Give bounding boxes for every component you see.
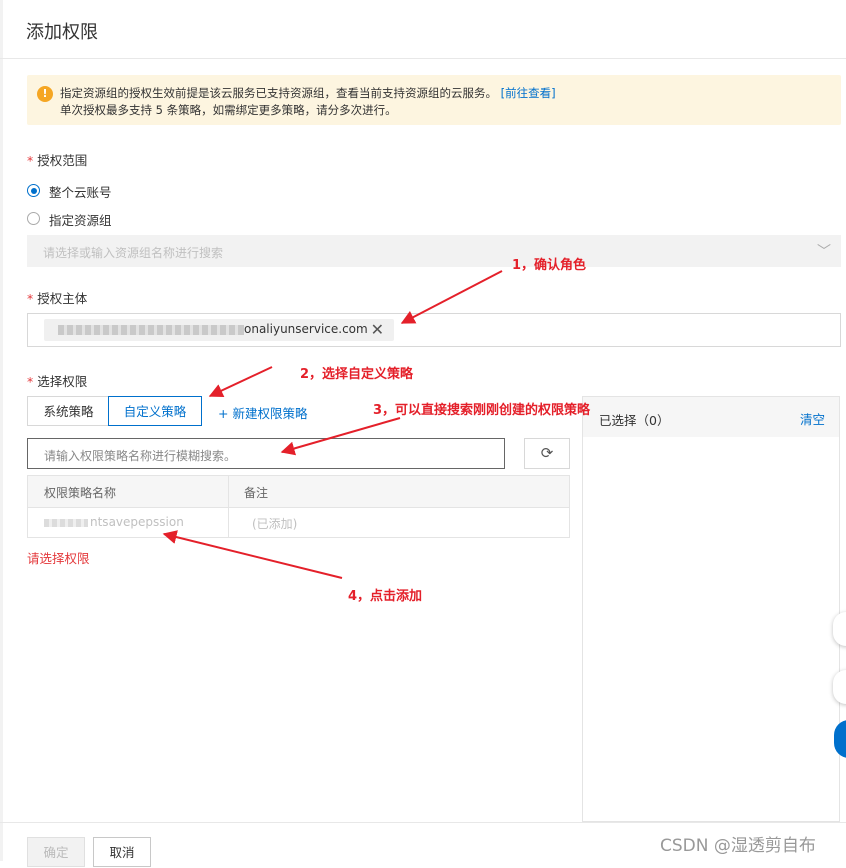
- left-edge: [0, 0, 3, 861]
- warning-icon: !: [37, 86, 53, 102]
- redacted-text: [58, 325, 244, 335]
- selected-count: 已选择（0）: [599, 413, 670, 428]
- annotation-step-2: 2，选择自定义策略: [300, 367, 414, 382]
- column-header-name: 权限策略名称: [44, 486, 117, 500]
- add-permission-dialog: 添加权限 ! 指定资源组的授权生效前提是该云服务已支持资源组，查看当前支持资源组…: [0, 0, 846, 867]
- tab-custom-policy[interactable]: 自定义策略: [108, 396, 202, 426]
- radio-label-whole-account: 整个云账号: [49, 185, 112, 200]
- arrow-to-policy-row: [162, 530, 343, 579]
- close-icon[interactable]: ✕: [371, 320, 384, 339]
- permissions-label: * 选择权限: [27, 374, 88, 389]
- principal-tag: onaliyunservice.com ✕: [44, 319, 394, 341]
- selected-panel: 已选择（0） 清空: [582, 396, 840, 822]
- clear-button[interactable]: 清空: [800, 409, 825, 428]
- redacted-text: [44, 519, 88, 527]
- header-divider: [0, 58, 846, 59]
- tab-system-policy[interactable]: 系统策略: [27, 396, 109, 426]
- annotation-step-1: 1，确认角色: [512, 258, 587, 273]
- table-row-policy-name[interactable]: ntsavepерssion: [90, 515, 184, 529]
- dialog-title: 添加权限: [26, 22, 98, 43]
- required-mark: *: [27, 291, 34, 306]
- table-row-note: (已添加): [252, 517, 298, 531]
- required-mark: *: [27, 153, 34, 168]
- resource-group-placeholder: 请选择或输入资源组名称进行搜索: [43, 246, 224, 260]
- notice-banner: ! 指定资源组的授权生效前提是该云服务已支持资源组，查看当前支持资源组的云服务。…: [27, 75, 841, 125]
- scope-label: * 授权范围: [27, 153, 88, 168]
- column-divider: [228, 476, 229, 537]
- chevron-down-icon: ﹀: [817, 244, 831, 260]
- required-mark: *: [27, 374, 34, 389]
- radio-resource-group[interactable]: [27, 212, 40, 225]
- refresh-button[interactable]: ⟳: [524, 438, 570, 469]
- new-policy-link[interactable]: + 新建权限策略: [218, 403, 307, 422]
- selected-header: 已选择（0） 清空: [583, 397, 839, 437]
- annotation-step-3: 3，可以直接搜索刚刚创建的权限策略: [373, 403, 591, 418]
- resource-group-select: 请选择或输入资源组名称进行搜索 ﹀: [27, 235, 841, 267]
- floating-button[interactable]: [833, 670, 846, 704]
- validation-error: 请选择权限: [27, 551, 90, 566]
- footer-divider: [0, 822, 846, 823]
- confirm-button[interactable]: 确定: [27, 837, 85, 867]
- notice-line-1: 指定资源组的授权生效前提是该云服务已支持资源组，查看当前支持资源组的云服务。 […: [60, 85, 556, 101]
- refresh-icon: ⟳: [540, 444, 554, 462]
- notice-text: 指定资源组的授权生效前提是该云服务已支持资源组，查看当前支持资源组的云服务。: [60, 86, 497, 100]
- cancel-button[interactable]: 取消: [93, 837, 151, 867]
- policy-search-input[interactable]: 请输入权限策略名称进行模糊搜索。: [27, 438, 505, 469]
- column-header-note: 备注: [244, 486, 269, 500]
- arrow-to-custom-tab: [208, 366, 273, 398]
- radio-label-resource-group: 指定资源组: [49, 213, 112, 228]
- principal-field[interactable]: onaliyunservice.com ✕: [27, 313, 841, 347]
- principal-label: * 授权主体: [27, 291, 88, 306]
- principal-tag-text: onaliyunservice.com: [244, 322, 368, 336]
- policy-table: 权限策略名称 备注 ntsavepерssion (已添加): [27, 475, 570, 538]
- floating-button[interactable]: [833, 612, 846, 646]
- watermark: CSDN @湿透剪自布: [660, 836, 816, 856]
- radio-whole-account[interactable]: [27, 184, 40, 197]
- annotation-step-4: 4，点击添加: [348, 589, 423, 604]
- view-link[interactable]: [前往查看]: [501, 86, 556, 100]
- notice-line-2: 单次授权最多支持 5 条策略，如需绑定更多策略，请分多次进行。: [60, 103, 397, 117]
- policy-search-placeholder: 请输入权限策略名称进行模糊搜索。: [44, 449, 237, 463]
- table-header: 权限策略名称 备注: [28, 476, 569, 508]
